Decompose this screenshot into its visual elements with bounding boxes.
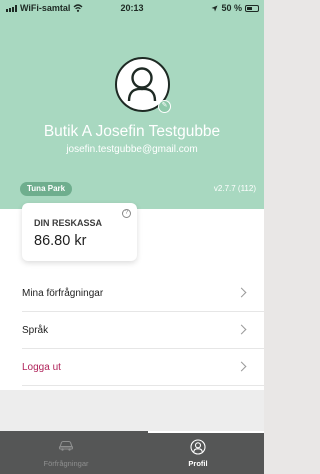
- profile-name: Butik A Josefin Testgubbe: [43, 123, 221, 140]
- tab-requests[interactable]: Förfrågningar: [0, 431, 132, 474]
- info-icon[interactable]: ?: [122, 209, 131, 218]
- profile-menu: Mina förfrågningar Språk Logga ut: [22, 275, 264, 386]
- status-bar-right: 50 %: [211, 3, 259, 13]
- car-icon: [58, 440, 74, 451]
- reskassa-card: ? DIN RESKASSA 86.80 kr: [22, 203, 137, 261]
- profile-header: WiFi-samtal 20:13 50 % ✎ Butik A Josefin…: [0, 0, 264, 209]
- app-version: v2.7.7 (112): [213, 184, 256, 193]
- profile-email: josefin.testgubbe@gmail.com: [66, 144, 198, 155]
- menu-item-label: Mina förfrågningar: [22, 287, 104, 299]
- edit-pencil-icon[interactable]: ✎: [158, 100, 171, 113]
- active-tab-indicator: [148, 431, 264, 433]
- tab-label: Förfrågningar: [43, 459, 89, 468]
- menu-item-label: Språk: [22, 324, 49, 336]
- menu-item-language[interactable]: Språk: [22, 312, 264, 349]
- location-badge: Tuna Park: [20, 182, 73, 196]
- profile-icon: [190, 439, 206, 455]
- location-arrow-icon: [211, 5, 218, 11]
- battery-label: 50 %: [221, 3, 242, 13]
- tab-profile[interactable]: Profil: [132, 431, 264, 474]
- reskassa-label: DIN RESKASSA: [34, 218, 103, 228]
- status-bar: WiFi-samtal 20:13 50 %: [0, 0, 264, 16]
- content-footer-space: [0, 390, 264, 431]
- chevron-right-icon: [236, 287, 247, 298]
- tab-bar: Förfrågningar Profil: [0, 431, 264, 474]
- chevron-right-icon: [236, 324, 247, 335]
- menu-item-my-requests[interactable]: Mina förfrågningar: [22, 275, 264, 312]
- menu-item-label: Logga ut: [22, 361, 61, 373]
- tab-label: Profil: [188, 459, 208, 468]
- chevron-right-icon: [236, 361, 247, 372]
- user-avatar-icon: [127, 67, 157, 102]
- battery-icon: [245, 4, 259, 12]
- menu-item-logout[interactable]: Logga ut: [22, 349, 264, 386]
- reskassa-value: 86.80 kr: [34, 233, 87, 249]
